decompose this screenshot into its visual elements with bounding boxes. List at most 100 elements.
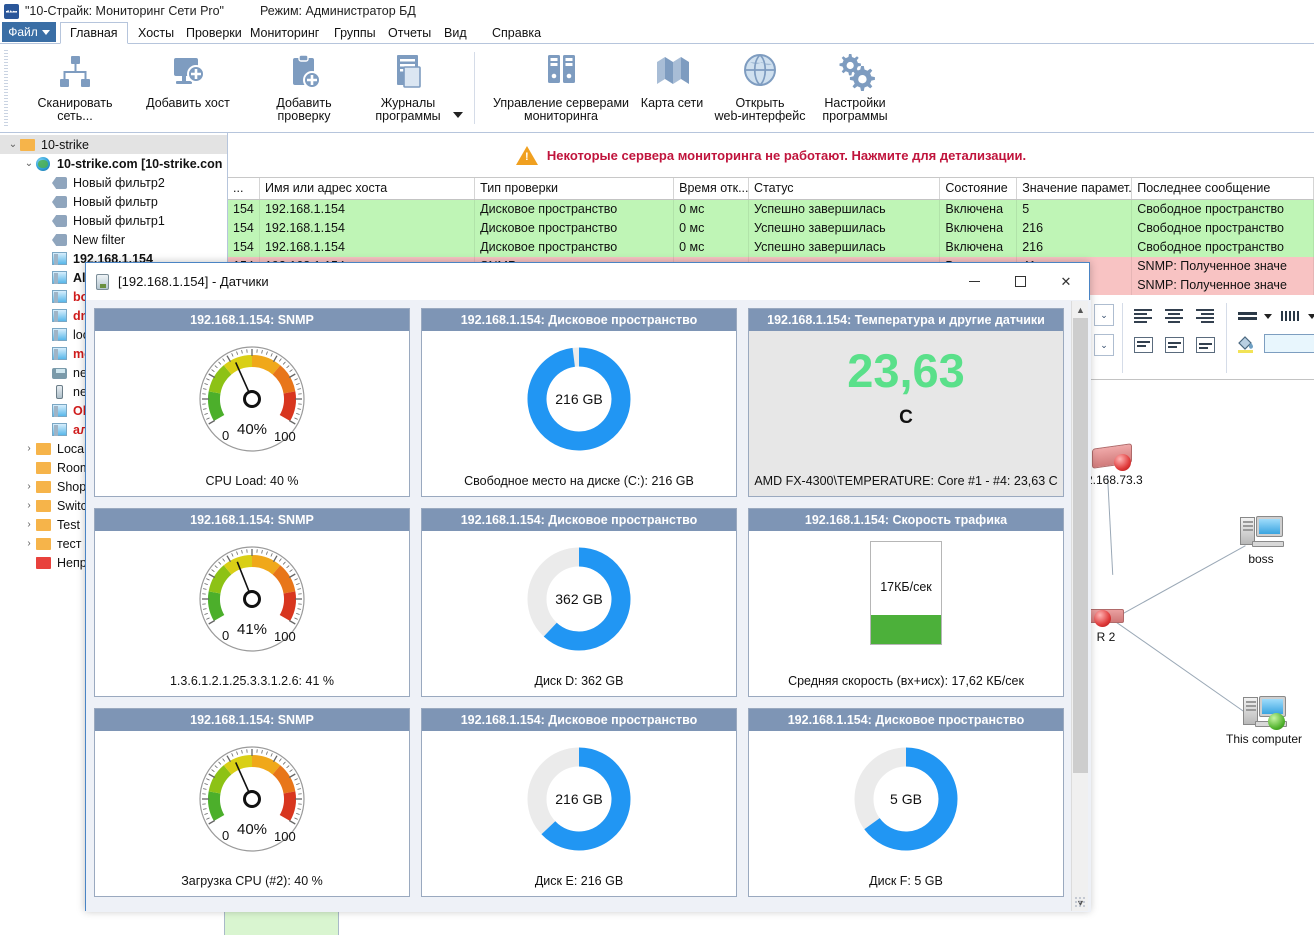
- line-style-icon: [1281, 311, 1301, 321]
- sensor-panel-0[interactable]: 192.168.1.154: SNMP 0 40% 100 CPU Load: …: [94, 308, 410, 497]
- bar-fill: [871, 615, 941, 644]
- dialog-title-bar[interactable]: [192.168.1.154] - Датчики ✕: [86, 263, 1089, 300]
- map-node-router[interactable]: 2.168.73.3: [1086, 442, 1143, 487]
- table-row[interactable]: 154192.168.1.154Дисковое пространство0 м…: [228, 200, 1314, 219]
- logs-icon: [388, 49, 428, 94]
- tab-glavnaya[interactable]: Главная: [60, 22, 128, 44]
- ribbon-button-add-check[interactable]: Добавить проверку: [249, 49, 359, 123]
- sensor-panel-6[interactable]: 192.168.1.154: SNMP 0 40% 100 Загрузка C…: [94, 708, 410, 897]
- table-column-header[interactable]: Тип проверки: [475, 178, 674, 199]
- sensor-panel-header: 192.168.1.154: Дисковое пространство: [749, 709, 1063, 731]
- tree-node-5[interactable]: New filter: [0, 230, 227, 249]
- align-left-button[interactable]: [1130, 303, 1156, 329]
- ribbon-button-web-interface[interactable]: Открыть web-интерфейс: [710, 49, 810, 123]
- ribbon-button-monitoring-servers[interactable]: Управление серверами мониторинга: [487, 49, 635, 123]
- sensor-panel-7[interactable]: 192.168.1.154: Дисковое пространство 216…: [421, 708, 737, 897]
- sensor-panel-5[interactable]: 192.168.1.154: Скорость трафика17КБ/секС…: [748, 508, 1064, 697]
- ribbon-button-settings[interactable]: Настройки программы: [805, 49, 905, 123]
- valign-top-button[interactable]: [1130, 332, 1156, 358]
- valign-middle-button[interactable]: [1161, 332, 1187, 358]
- sensor-panel-3[interactable]: 192.168.1.154: SNMP 0 41% 100 1.3.6.1.2.…: [94, 508, 410, 697]
- table-cell: 216: [1017, 238, 1132, 257]
- dialog-scrollbar-thumb[interactable]: [1073, 318, 1088, 773]
- dialog-scroll-up-icon[interactable]: ▲: [1072, 301, 1089, 318]
- sensor-value: 23,63: [749, 347, 1063, 394]
- tree-expander-icon[interactable]: ›: [22, 519, 36, 530]
- sensor-panel-1[interactable]: 192.168.1.154: Дисковое пространство 216…: [421, 308, 737, 497]
- align-right-button[interactable]: [1192, 303, 1218, 329]
- tree-node-label: Новый фильтр1: [73, 214, 165, 228]
- map-node-label: 2.168.73.3: [1086, 473, 1143, 487]
- fill-color-button[interactable]: [1236, 334, 1256, 354]
- tree-expander-icon[interactable]: ›: [22, 443, 36, 454]
- tab-spravka[interactable]: Справка: [482, 22, 551, 44]
- tree-expander-icon[interactable]: ›: [22, 481, 36, 492]
- dialog-resize-grip[interactable]: [1074, 896, 1086, 908]
- table-column-header[interactable]: Время отк...: [674, 178, 749, 199]
- fill-color-swatch[interactable]: [1264, 334, 1314, 353]
- tree-expander-icon[interactable]: ›: [22, 500, 36, 511]
- globe-icon: [740, 49, 780, 94]
- tree-node-1[interactable]: ⌄10-strike.com [10-strike.con: [0, 154, 227, 173]
- tab-file[interactable]: Файл: [2, 22, 56, 42]
- minimize-button[interactable]: [951, 263, 997, 300]
- tree-node-3[interactable]: Новый фильтр: [0, 192, 227, 211]
- sensors-dialog[interactable]: [192.168.1.154] - Датчики ✕ 192.168.1.15…: [85, 262, 1090, 911]
- table-cell: 192.168.1.154: [260, 200, 475, 219]
- tab-gruppy[interactable]: Группы: [324, 22, 386, 44]
- table-row[interactable]: 154192.168.1.154Дисковое пространство0 м…: [228, 238, 1314, 257]
- sensor-panel-body: 17КБ/секСредняя скорость (вх+исх): 17,62…: [749, 531, 1063, 696]
- ribbon-button-add-host[interactable]: Добавить хост: [133, 49, 243, 110]
- close-button[interactable]: ✕: [1043, 263, 1089, 300]
- tab-otchety[interactable]: Отчеты: [378, 22, 441, 44]
- ribbon-button-network-map[interactable]: Карта сети: [625, 49, 719, 110]
- tree-expander-icon[interactable]: ⌄: [6, 139, 20, 150]
- network-scan-icon: [55, 49, 95, 94]
- map-format-toolbar[interactable]: ⌄ ⌄: [1086, 298, 1314, 380]
- tree-node-2[interactable]: Новый фильтр2: [0, 173, 227, 192]
- maximize-button[interactable]: [997, 263, 1043, 300]
- table-column-header[interactable]: Значение парамет...: [1017, 178, 1132, 199]
- sensor-panel-4[interactable]: 192.168.1.154: Дисковое пространство 362…: [421, 508, 737, 697]
- tree-expander-icon[interactable]: ⌄: [22, 158, 36, 169]
- tree-node-0[interactable]: ⌄10-strike: [0, 135, 227, 154]
- monitoring-warning-bar[interactable]: Некоторые сервера мониторинга не работаю…: [228, 133, 1314, 178]
- printer-icon: [52, 365, 69, 380]
- font-size-combo-bottom[interactable]: ⌄: [1094, 334, 1114, 356]
- line-style-button[interactable]: [1278, 303, 1304, 329]
- font-size-combo-top[interactable]: ⌄: [1094, 304, 1114, 326]
- table-column-header[interactable]: Последнее сообщение: [1132, 178, 1314, 199]
- align-center-button[interactable]: [1161, 303, 1187, 329]
- sensor-panel-8[interactable]: 192.168.1.154: Дисковое пространство 5 G…: [748, 708, 1064, 897]
- tab-vid[interactable]: Вид: [434, 22, 477, 44]
- line-weight-caret-icon[interactable]: [1264, 314, 1272, 319]
- table-column-header[interactable]: ...: [228, 178, 260, 199]
- logs-dropdown-caret-icon[interactable]: [453, 112, 463, 118]
- table-row[interactable]: 154192.168.1.154Дисковое пространство0 м…: [228, 219, 1314, 238]
- tag-icon: [52, 232, 69, 247]
- sensor-icon: [96, 274, 109, 290]
- host-icon: [52, 289, 69, 304]
- line-weight-button[interactable]: [1234, 303, 1260, 329]
- tree-expander-icon[interactable]: ›: [22, 538, 36, 549]
- ribbon-button-scan-network[interactable]: Сканировать сеть...: [20, 49, 130, 123]
- line-style-caret-icon[interactable]: [1308, 314, 1314, 319]
- add-check-icon: [284, 49, 324, 94]
- ribbon-grip: [4, 50, 8, 126]
- map-node-boss[interactable]: boss: [1238, 515, 1284, 566]
- valign-bottom-button[interactable]: [1192, 332, 1218, 358]
- sensor-panel-body: 216 GB Диск E: 216 GB: [422, 731, 736, 896]
- map-node-this-computer[interactable]: This computer: [1226, 695, 1302, 746]
- dialog-vertical-scrollbar[interactable]: ▲ ▼: [1071, 301, 1088, 911]
- switch-down-icon: [1086, 605, 1130, 629]
- tree-node-4[interactable]: Новый фильтр1: [0, 211, 227, 230]
- tab-monitoring[interactable]: Мониторинг: [240, 22, 329, 44]
- host-icon: [52, 270, 69, 285]
- ribbon-button-logs[interactable]: Журналы программы: [358, 49, 458, 123]
- sensor-panel-2[interactable]: 192.168.1.154: Температура и другие датч…: [748, 308, 1064, 497]
- map-node-switch[interactable]: R 2: [1086, 605, 1130, 644]
- table-column-header[interactable]: Статус: [749, 178, 940, 199]
- network-map-canvas[interactable]: 2.168.73.3 R 2 boss This computer: [1086, 380, 1314, 935]
- table-column-header[interactable]: Состояние: [940, 178, 1017, 199]
- table-column-header[interactable]: Имя или адрес хоста: [260, 178, 475, 199]
